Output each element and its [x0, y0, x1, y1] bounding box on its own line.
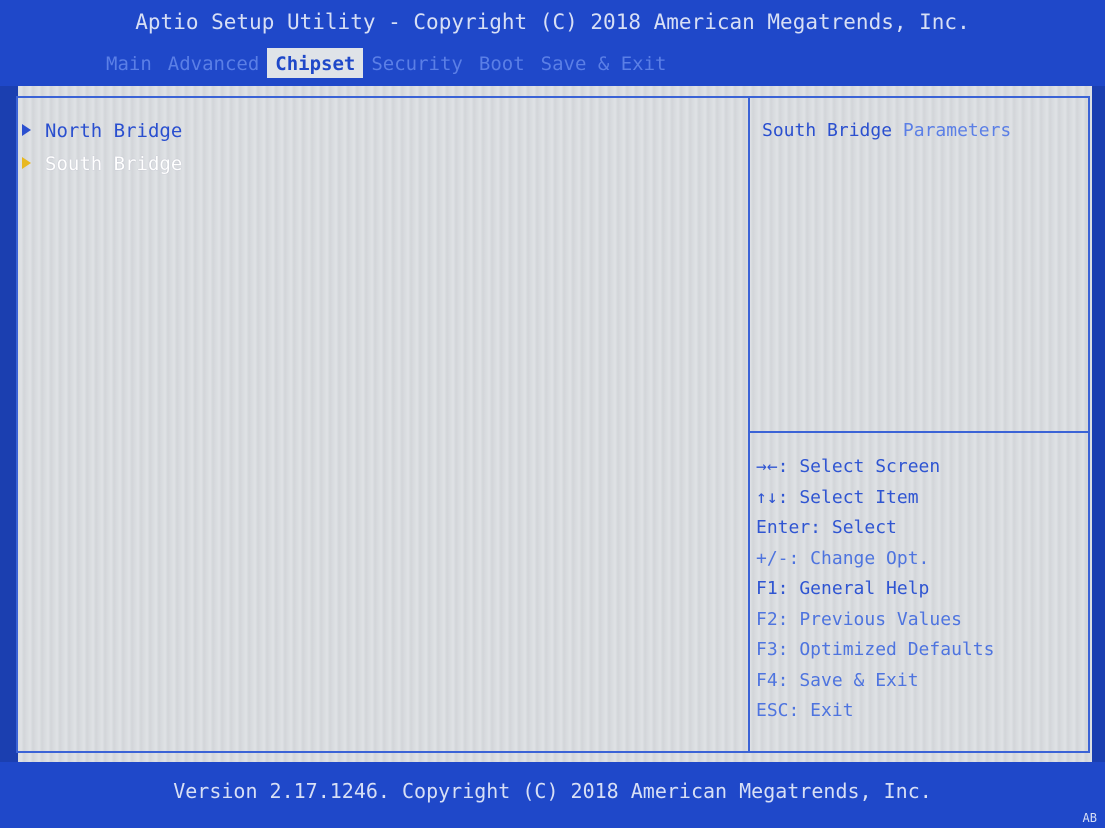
key-hint-save-exit: F4: Save & Exit: [756, 669, 919, 691]
item-help-text: South Bridge Parameters: [762, 120, 1084, 141]
key-hint-previous-values: F2: Previous Values: [756, 608, 962, 630]
help-text-part1: South Bridge: [762, 120, 893, 141]
key-hint-optimized-defaults: F3: Optimized Defaults: [756, 639, 995, 660]
tab-advanced[interactable]: Advanced: [160, 48, 268, 78]
tab-save-exit[interactable]: Save & Exit: [533, 48, 675, 78]
app-title: Aptio Setup Utility - Copyright (C) 2018…: [135, 10, 970, 34]
tab-bar: Main Advanced Chipset Security Boot Save…: [98, 48, 674, 78]
submenu-arrow-icon: [22, 156, 31, 169]
tab-chipset[interactable]: Chipset: [267, 48, 364, 78]
menu-item-south-bridge[interactable]: South Bridge: [22, 153, 182, 175]
post-code: AB: [1082, 811, 1097, 825]
key-legend: →←: Select Screen ↑↓: Select Item Enter:…: [756, 452, 994, 727]
key-hint-change-opt: +/-: Change Opt.: [756, 547, 930, 569]
version-text: Version 2.17.1246. Copyright (C) 2018 Am…: [173, 779, 932, 803]
help-text-part2: Parameters: [902, 120, 1012, 141]
vertical-divider: [748, 96, 750, 753]
tab-boot[interactable]: Boot: [471, 48, 533, 78]
key-hint-general-help: F1: General Help: [756, 578, 930, 599]
key-hint-enter: Enter: Select: [756, 517, 897, 538]
tab-main[interactable]: Main: [98, 48, 160, 78]
key-hint-select-item: ↑↓: Select Item: [756, 486, 919, 508]
key-hint-esc-exit: ESC: Exit: [756, 700, 854, 721]
menu-item-label: South Bridge: [45, 153, 183, 175]
key-hint-select-screen: →←: Select Screen: [756, 456, 941, 477]
tab-security[interactable]: Security: [363, 48, 471, 78]
menu-item-label: North Bridge: [45, 120, 183, 142]
title-bar: Aptio Setup Utility - Copyright (C) 2018…: [0, 0, 1105, 86]
submenu-arrow-icon: [22, 123, 31, 136]
footer-bar: Version 2.17.1246. Copyright (C) 2018 Am…: [0, 762, 1105, 828]
horizontal-divider: [748, 431, 1090, 433]
menu-item-north-bridge[interactable]: North Bridge: [22, 120, 182, 142]
